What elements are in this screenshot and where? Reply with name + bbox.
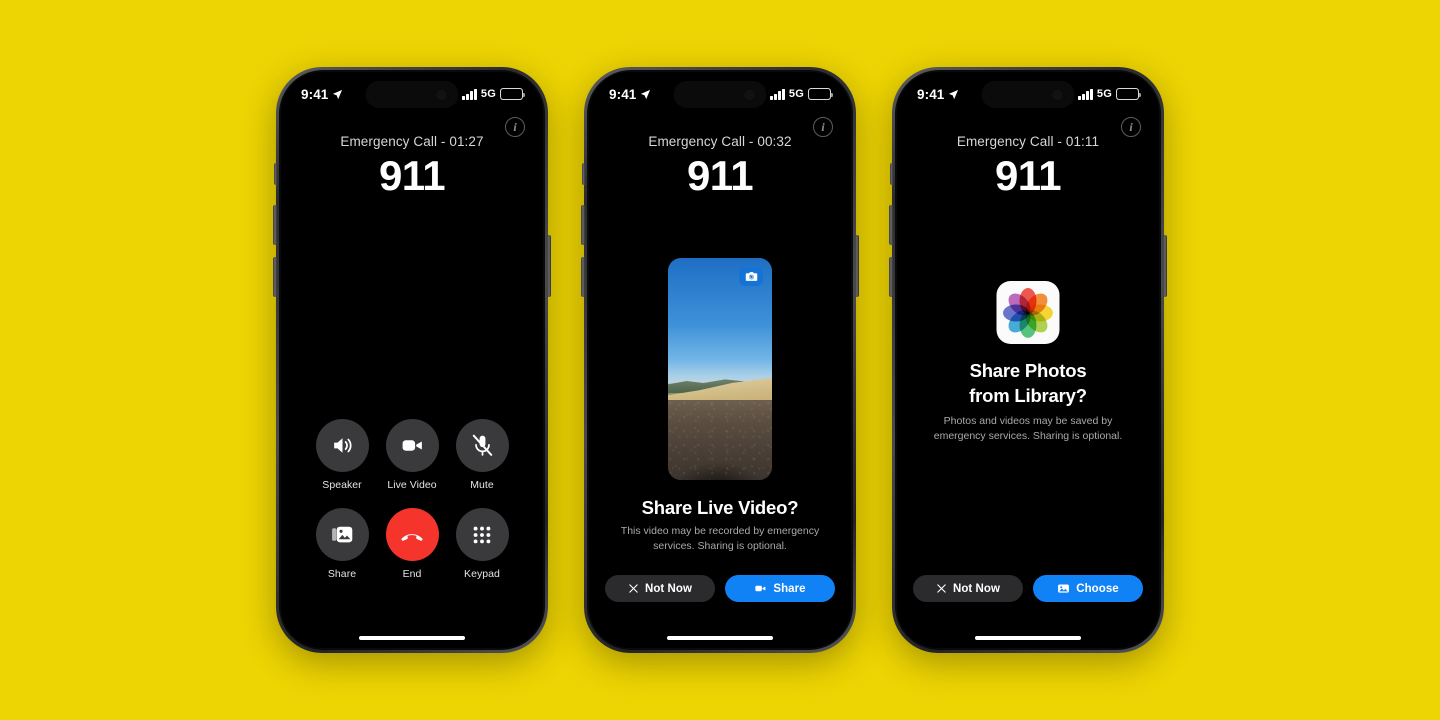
control-speaker[interactable]: Speaker bbox=[307, 419, 377, 491]
status-bar-left: 9:41 bbox=[917, 87, 959, 102]
status-bar: 9:41 5G bbox=[281, 72, 543, 116]
control-label: End bbox=[402, 568, 422, 580]
button-label: Not Now bbox=[953, 582, 1000, 595]
control-label: Speaker bbox=[322, 479, 362, 491]
volume-up-button[interactable] bbox=[581, 205, 585, 245]
share-button[interactable]: Share bbox=[725, 575, 835, 602]
control-label: Live Video bbox=[387, 479, 437, 491]
battery-icon bbox=[808, 88, 833, 100]
volume-up-button[interactable] bbox=[273, 205, 277, 245]
sheet-actions: Not Now Share bbox=[589, 575, 851, 602]
network-label: 5G bbox=[1096, 88, 1112, 100]
call-number: 911 bbox=[379, 152, 446, 199]
silent-switch[interactable] bbox=[274, 163, 277, 185]
close-x-icon bbox=[629, 584, 638, 593]
sheet-title: Share Photos from Library? bbox=[897, 359, 1159, 408]
sheet-subtitle: This video may be recorded by emergency … bbox=[620, 525, 820, 553]
sheet-actions: Not Now Choose bbox=[897, 575, 1159, 602]
not-now-button[interactable]: Not Now bbox=[913, 575, 1023, 602]
home-indicator[interactable] bbox=[975, 635, 1081, 640]
share-photos-sheet: Share Photos from Library? Photos and vi… bbox=[897, 72, 1159, 648]
cellular-bars-icon bbox=[462, 88, 477, 100]
battery-icon bbox=[500, 88, 525, 100]
phone-screen: 9:41 5G i Emergency Call - 01:27 911 Spe… bbox=[281, 72, 543, 648]
control-end-call[interactable]: End bbox=[377, 508, 447, 580]
call-status-text: Emergency Call - 01:27 bbox=[340, 134, 484, 149]
button-label: Not Now bbox=[645, 582, 692, 595]
status-bar: 9:41 5G bbox=[589, 72, 851, 116]
status-bar-left: 9:41 bbox=[609, 87, 651, 102]
microphone-muted-icon bbox=[455, 419, 509, 472]
status-bar-right: 5G bbox=[770, 88, 833, 100]
sheet-title: Share Live Video? bbox=[641, 497, 799, 518]
silent-switch[interactable] bbox=[582, 163, 585, 185]
status-time: 9:41 bbox=[917, 86, 945, 102]
silent-switch[interactable] bbox=[890, 163, 893, 185]
status-time: 9:41 bbox=[609, 86, 637, 102]
call-info-button[interactable]: i bbox=[505, 117, 525, 137]
control-live-video[interactable]: Live Video bbox=[377, 419, 447, 491]
status-bar-left: 9:41 bbox=[301, 87, 343, 102]
button-label: Choose bbox=[1076, 582, 1119, 595]
call-controls-grid: Speaker Live Video Mute Share End Keypad bbox=[281, 419, 543, 580]
volume-down-button[interactable] bbox=[581, 257, 585, 297]
keypad-dots-icon bbox=[455, 508, 509, 561]
phone-share-photos: 9:41 5G i Emergency Call - 01:11 911 Sha… bbox=[889, 67, 1167, 653]
control-keypad[interactable]: Keypad bbox=[447, 508, 517, 580]
video-camera-icon bbox=[755, 585, 766, 592]
power-button[interactable] bbox=[1163, 235, 1167, 297]
location-arrow-icon bbox=[948, 89, 959, 100]
phone-mockup-stage: 9:41 5G i Emergency Call - 01:27 911 Spe… bbox=[0, 0, 1440, 720]
volume-down-button[interactable] bbox=[273, 257, 277, 297]
control-label: Keypad bbox=[464, 568, 500, 580]
status-bar-right: 5G bbox=[462, 88, 525, 100]
volume-down-button[interactable] bbox=[889, 257, 893, 297]
not-now-button[interactable]: Not Now bbox=[605, 575, 715, 602]
share-live-video-sheet: Share Live Video? This video may be reco… bbox=[589, 72, 851, 648]
choose-button[interactable]: Choose bbox=[1033, 575, 1143, 602]
location-arrow-icon bbox=[640, 89, 651, 100]
end-call-handset-icon bbox=[385, 508, 439, 561]
sheet-title-line1: Share Photos bbox=[969, 360, 1087, 381]
photo-image-icon bbox=[1058, 584, 1070, 593]
control-share[interactable]: Share bbox=[307, 508, 377, 580]
home-indicator[interactable] bbox=[667, 635, 773, 640]
control-mute[interactable]: Mute bbox=[447, 419, 517, 491]
network-label: 5G bbox=[480, 88, 496, 100]
speaker-icon bbox=[315, 419, 369, 472]
phone-screen: 9:41 5G i Emergency Call - 00:32 911 Sha… bbox=[589, 72, 851, 648]
cellular-bars-icon bbox=[770, 88, 785, 100]
photos-stack-icon bbox=[315, 508, 369, 561]
phone-screen: 9:41 5G i Emergency Call - 01:11 911 Sha… bbox=[897, 72, 1159, 648]
call-info-button[interactable]: i bbox=[1121, 117, 1141, 137]
power-button[interactable] bbox=[547, 235, 551, 297]
call-info-button[interactable]: i bbox=[813, 117, 833, 137]
cellular-bars-icon bbox=[1078, 88, 1093, 100]
close-x-icon bbox=[937, 584, 946, 593]
location-arrow-icon bbox=[332, 89, 343, 100]
status-time: 9:41 bbox=[301, 86, 329, 102]
network-label: 5G bbox=[788, 88, 804, 100]
sheet-subtitle: Photos and videos may be saved by emerge… bbox=[933, 415, 1123, 443]
photos-pinwheel bbox=[1003, 287, 1053, 338]
control-label: Mute bbox=[470, 479, 494, 491]
control-label: Share bbox=[327, 568, 357, 580]
preview-ground bbox=[668, 400, 772, 480]
video-camera-icon bbox=[385, 419, 439, 472]
phone-call-controls: 9:41 5G i Emergency Call - 01:27 911 Spe… bbox=[273, 67, 551, 653]
flip-camera-icon[interactable] bbox=[739, 267, 763, 286]
home-indicator[interactable] bbox=[359, 635, 465, 640]
photos-app-icon bbox=[996, 281, 1060, 344]
button-label: Share bbox=[773, 582, 806, 595]
status-bar-right: 5G bbox=[1078, 88, 1141, 100]
status-bar: 9:41 5G bbox=[897, 72, 1159, 116]
volume-up-button[interactable] bbox=[889, 205, 893, 245]
phone-share-live-video: 9:41 5G i Emergency Call - 00:32 911 Sha… bbox=[581, 67, 859, 653]
call-header: Emergency Call - 01:27 911 bbox=[281, 134, 543, 198]
live-video-preview[interactable] bbox=[668, 258, 772, 480]
sheet-title-line2: from Library? bbox=[969, 384, 1087, 406]
power-button[interactable] bbox=[855, 235, 859, 297]
battery-icon bbox=[1116, 88, 1141, 100]
